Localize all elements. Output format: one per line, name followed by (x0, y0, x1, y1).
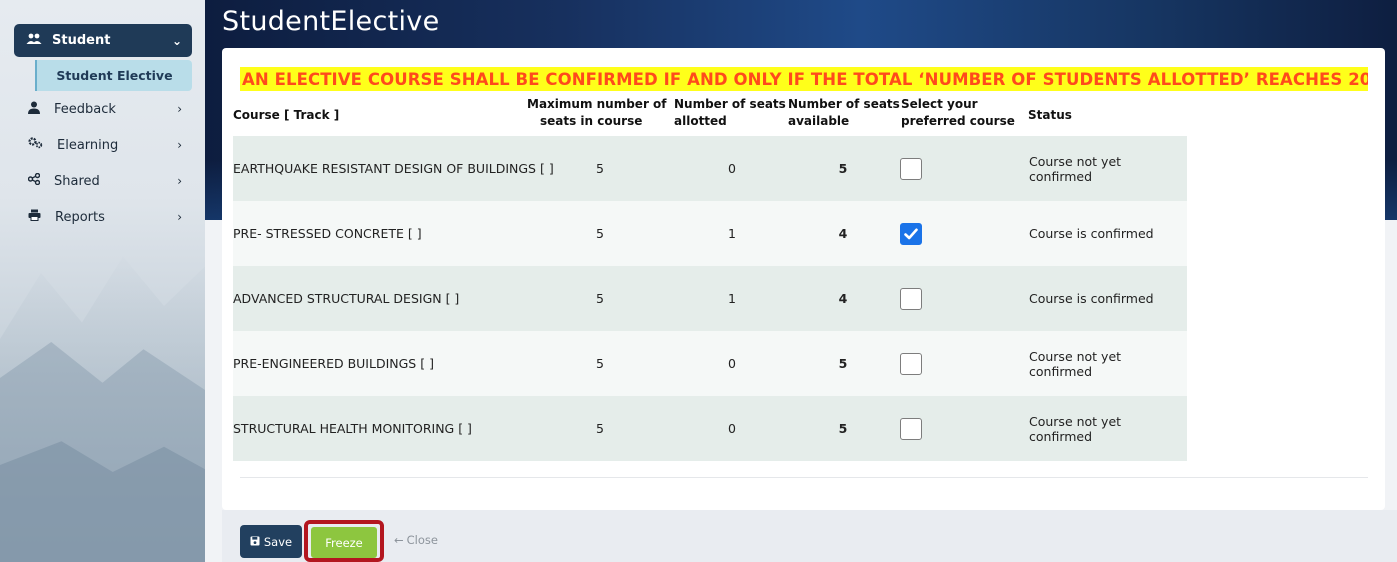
sidebar-item-label: Shared (54, 173, 100, 189)
header-status: Status (1028, 108, 1072, 122)
users-icon (26, 33, 42, 49)
table-row: EARTHQUAKE RESISTANT DESIGN OF BUILDINGS… (233, 136, 1187, 201)
divider (240, 477, 1368, 478)
sidebar-item-elearning[interactable]: Elearning › (14, 130, 192, 160)
seats-available: 5 (838, 421, 848, 436)
header-allot-line1: Number of seats (674, 97, 786, 111)
sidebar: Student ⌄ Student Elective Feedback › El… (0, 0, 205, 562)
header-avail-line1: Number of seats (788, 97, 900, 111)
table-row: ADVANCED STRUCTURAL DESIGN [ ] 5 1 4 Cou… (233, 266, 1187, 331)
table-row: PRE- STRESSED CONCRETE [ ] 5 1 4 Course … (233, 201, 1187, 266)
sidebar-item-feedback[interactable]: Feedback › (14, 94, 192, 124)
seats-allotted: 1 (728, 291, 736, 306)
user-icon (28, 101, 40, 118)
header-seats-allotted: Number of seats allotted (674, 96, 786, 130)
preferred-course-checkbox[interactable] (900, 157, 922, 180)
seats-available: 4 (838, 291, 848, 306)
seats-allotted: 1 (728, 226, 736, 241)
sidebar-item-label: Student (52, 33, 111, 48)
course-status: Course not yet confirmed (1029, 153, 1122, 184)
course-name: ADVANCED STRUCTURAL DESIGN [ ] (233, 291, 460, 306)
seats-allotted: 0 (728, 421, 736, 436)
preferred-course-cell (900, 331, 922, 396)
course-status: Course is confirmed (1029, 226, 1154, 241)
sidebar-item-student-elective[interactable]: Student Elective (35, 60, 192, 91)
sidebar-item-shared[interactable]: Shared › (14, 166, 192, 196)
course-name: STRUCTURAL HEALTH MONITORING [ ] (233, 421, 472, 436)
preferred-course-checkbox[interactable] (900, 222, 922, 245)
header-max-line2: seats in course (540, 114, 643, 128)
close-button[interactable]: ← Close (394, 533, 438, 547)
close-label: Close (406, 533, 438, 547)
chevron-right-icon: › (177, 174, 182, 188)
chevron-right-icon: › (177, 138, 182, 152)
preferred-course-cell (900, 201, 922, 266)
preferred-course-checkbox[interactable] (900, 352, 922, 375)
course-name: PRE-ENGINEERED BUILDINGS [ ] (233, 356, 434, 371)
save-label: Save (263, 534, 293, 549)
header-select-line1: Select your (901, 97, 978, 111)
max-seats: 5 (596, 356, 604, 371)
sidebar-item-reports[interactable]: Reports › (14, 202, 192, 232)
header-allot-line2: allotted (674, 114, 727, 128)
max-seats: 5 (596, 226, 604, 241)
save-button[interactable]: Save (240, 525, 302, 558)
table-row: STRUCTURAL HEALTH MONITORING [ ] 5 0 5 C… (233, 396, 1187, 461)
course-status: Course not yet confirmed (1029, 413, 1122, 444)
table-row: PRE-ENGINEERED BUILDINGS [ ] 5 0 5 Cours… (233, 331, 1187, 396)
header-select-course: Select your preferred course (901, 96, 1015, 130)
preferred-course-cell (900, 396, 922, 461)
printer-icon (28, 209, 41, 225)
max-seats: 5 (596, 291, 604, 306)
header-select-line2: preferred course (901, 114, 1015, 128)
preferred-course-checkbox[interactable] (900, 417, 922, 440)
course-status: Course is confirmed (1029, 291, 1154, 306)
header-max-seats: Maximum number of seats in course (527, 96, 667, 130)
seats-available: 5 (838, 161, 848, 176)
chevron-right-icon: › (177, 102, 182, 116)
preferred-course-checkbox[interactable] (900, 287, 922, 310)
sidebar-item-label: Elearning (57, 137, 119, 153)
chevron-right-icon: › (177, 210, 182, 224)
elective-notice: AN ELECTIVE COURSE SHALL BE CONFIRMED IF… (240, 67, 1368, 91)
header-avail-line2: available (788, 114, 850, 128)
seats-allotted: 0 (728, 161, 736, 176)
floppy-disk-icon (250, 535, 260, 549)
chevron-down-icon: ⌄ (171, 33, 182, 48)
notice-text: AN ELECTIVE COURSE SHALL BE CONFIRMED IF… (242, 69, 1368, 89)
seats-allotted: 0 (728, 356, 736, 371)
sidebar-item-student[interactable]: Student ⌄ (14, 24, 192, 57)
gears-icon (28, 137, 43, 153)
seats-available: 5 (838, 356, 848, 371)
page-title: StudentElective (222, 6, 440, 37)
share-icon (27, 172, 41, 189)
sidebar-item-label: Feedback (54, 101, 116, 117)
header-seats-available: Number of seats available (788, 96, 900, 130)
arrow-left-icon: ← (394, 533, 404, 547)
preferred-course-cell (900, 136, 922, 201)
course-name: PRE- STRESSED CONCRETE [ ] (233, 226, 422, 241)
max-seats: 5 (596, 421, 604, 436)
sidebar-item-label: Reports (55, 209, 105, 225)
header-max-line1: Maximum number of (527, 97, 667, 111)
preferred-course-cell (900, 266, 922, 331)
max-seats: 5 (596, 161, 604, 176)
course-name: EARTHQUAKE RESISTANT DESIGN OF BUILDINGS… (233, 161, 554, 176)
header-course: Course [ Track ] (233, 108, 340, 122)
course-status: Course not yet confirmed (1029, 348, 1122, 379)
freeze-button[interactable]: Freeze (311, 527, 377, 558)
seats-available: 4 (838, 226, 848, 241)
